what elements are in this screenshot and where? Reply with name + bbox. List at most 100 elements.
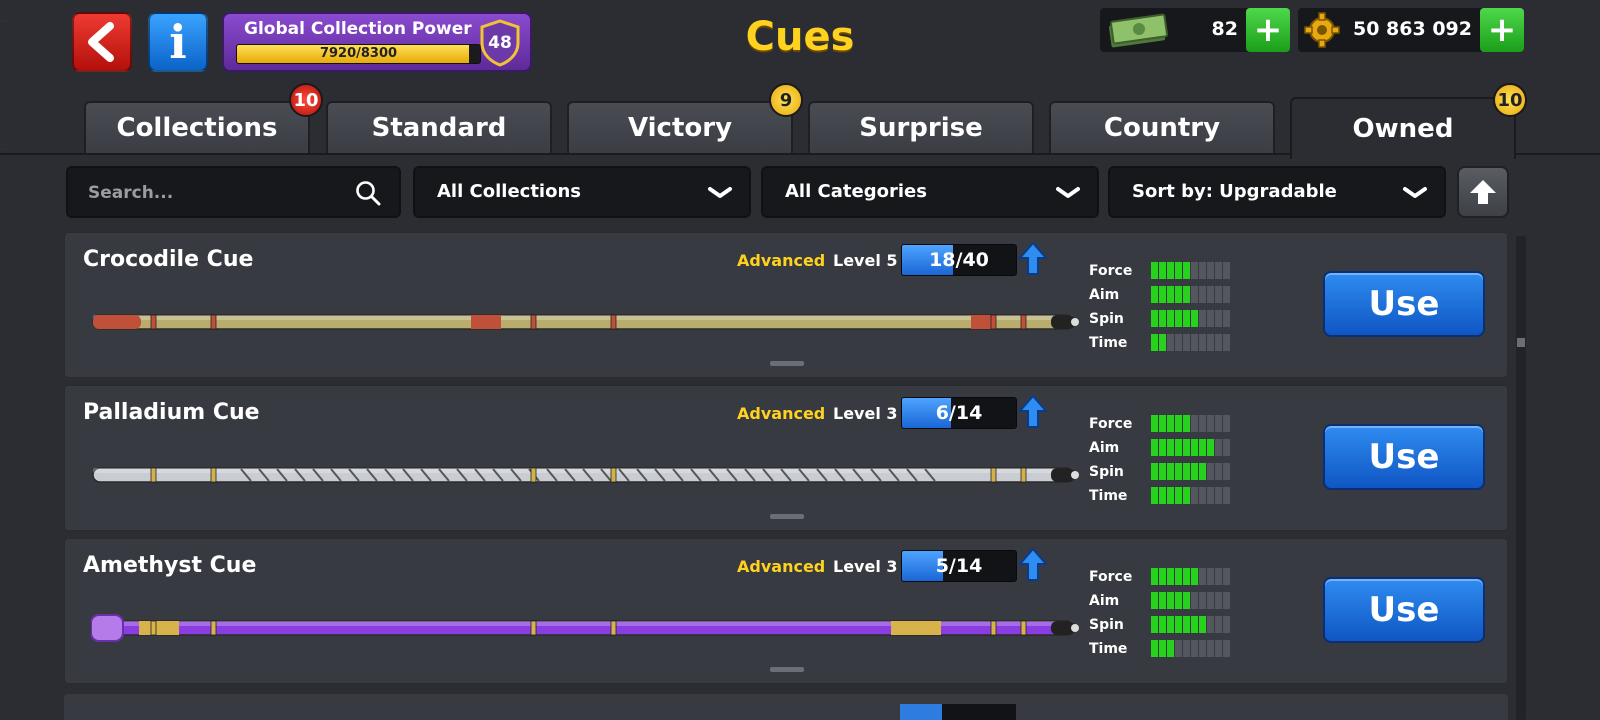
stat-segment	[1223, 334, 1230, 351]
expand-handle[interactable]	[770, 514, 804, 519]
stat-segment	[1175, 334, 1182, 351]
stat-segment	[1151, 415, 1158, 432]
cue-image	[92, 314, 1079, 330]
use-cue-button[interactable]: Use	[1323, 271, 1485, 337]
stat-label-time: Time	[1089, 488, 1128, 504]
stat-segment	[1207, 592, 1214, 609]
cue-level: Level 3	[833, 557, 898, 576]
upgrade-arrow-icon[interactable]	[1018, 241, 1048, 277]
stat-bar-force	[1151, 415, 1230, 432]
stat-segment	[1215, 439, 1222, 456]
collection-filter-value: All Collections	[437, 181, 581, 202]
add-coins-button[interactable]: +	[1480, 8, 1524, 52]
partial-progress-fill	[900, 704, 942, 720]
stat-segment	[1199, 286, 1206, 303]
scroll-thumb[interactable]	[1517, 338, 1525, 347]
stat-label-spin: Spin	[1089, 617, 1124, 633]
search-box[interactable]	[66, 166, 401, 218]
add-cash-button[interactable]: +	[1246, 8, 1290, 52]
stat-segment	[1223, 286, 1230, 303]
stat-segment	[1151, 310, 1158, 327]
stat-segment	[1167, 568, 1174, 585]
stat-segment	[1199, 310, 1206, 327]
cue-card[interactable]: Amethyst Cue Advanced Level 3 5/14 Force Aim S…	[64, 538, 1508, 684]
tab-owned[interactable]: Owned	[1290, 97, 1516, 159]
stat-segment	[1175, 616, 1182, 633]
stat-segment	[1191, 415, 1198, 432]
stat-segment	[1199, 334, 1206, 351]
tab-country[interactable]: Country	[1049, 101, 1275, 153]
cue-level: Level 5	[833, 251, 898, 270]
chevron-down-icon	[1056, 187, 1080, 198]
stat-segment	[1215, 568, 1222, 585]
stat-segment	[1175, 568, 1182, 585]
stat-segment	[1223, 568, 1230, 585]
expand-handle[interactable]	[770, 667, 804, 672]
stat-segment	[1159, 640, 1166, 657]
chevron-down-icon	[1403, 187, 1427, 198]
stat-segment	[1175, 262, 1182, 279]
stat-segment	[1215, 616, 1222, 633]
stat-segment	[1167, 334, 1174, 351]
stat-segment	[1199, 415, 1206, 432]
cue-rarity: Advanced	[737, 557, 826, 576]
owned-badge: 10	[1493, 83, 1527, 117]
stat-segment	[1159, 310, 1166, 327]
stat-segment	[1175, 487, 1182, 504]
stat-segment	[1191, 487, 1198, 504]
sort-dropdown[interactable]: Sort by: Upgradable	[1108, 166, 1446, 218]
cue-card[interactable]: Palladium Cue Advanced Level 3 6/14 Force Aim…	[64, 385, 1508, 531]
stat-segment	[1215, 286, 1222, 303]
stat-segment	[1183, 286, 1190, 303]
stat-label-aim: Aim	[1089, 440, 1120, 456]
stat-segment	[1183, 439, 1190, 456]
tab-standard[interactable]: Standard	[326, 101, 552, 153]
stat-bar-aim	[1151, 286, 1230, 303]
expand-handle[interactable]	[770, 361, 804, 366]
category-filter-dropdown[interactable]: All Categories	[761, 166, 1099, 218]
coin-icon	[1304, 12, 1340, 48]
use-cue-button[interactable]: Use	[1323, 577, 1485, 643]
victory-badge: 9	[769, 83, 803, 117]
tab-collections[interactable]: Collections	[84, 101, 310, 153]
tab-victory[interactable]: Victory	[567, 101, 793, 153]
stat-segment	[1207, 334, 1214, 351]
stat-segment	[1167, 463, 1174, 480]
arrow-up-icon	[1470, 180, 1496, 204]
stat-segment	[1175, 463, 1182, 480]
stat-segment	[1151, 439, 1158, 456]
stat-segment	[1151, 568, 1158, 585]
stat-segment	[1215, 463, 1222, 480]
tab-surprise[interactable]: Surprise	[808, 101, 1034, 153]
stat-segment	[1215, 487, 1222, 504]
stat-label-spin: Spin	[1089, 464, 1124, 480]
stat-bar-spin	[1151, 616, 1230, 633]
stat-segment	[1223, 439, 1230, 456]
stat-segment	[1159, 463, 1166, 480]
stat-segment	[1167, 616, 1174, 633]
stat-segment	[1183, 262, 1190, 279]
upgrade-arrow-icon[interactable]	[1018, 394, 1048, 430]
stat-segment	[1167, 262, 1174, 279]
upgrade-progress-value: 5/14	[935, 555, 983, 577]
stat-bar-force	[1151, 568, 1230, 585]
coin-counter: 50 863 092 +	[1298, 8, 1524, 52]
upgrade-arrow-icon[interactable]	[1018, 547, 1048, 583]
stat-segment	[1167, 310, 1174, 327]
use-cue-button[interactable]: Use	[1323, 424, 1485, 490]
stat-segment	[1191, 334, 1198, 351]
sort-direction-button[interactable]	[1457, 166, 1509, 218]
stat-segment	[1167, 487, 1174, 504]
stat-segment	[1215, 310, 1222, 327]
stat-segment	[1183, 487, 1190, 504]
stat-segment	[1223, 415, 1230, 432]
stat-segment	[1183, 463, 1190, 480]
cue-card[interactable]: Crocodile Cue Advanced Level 5 18/40 Force Ai…	[64, 232, 1508, 378]
stat-segment	[1207, 640, 1214, 657]
search-input[interactable]	[88, 180, 328, 206]
list-scrollbar[interactable]	[1516, 236, 1526, 720]
collection-filter-dropdown[interactable]: All Collections	[413, 166, 751, 218]
stat-label-aim: Aim	[1089, 287, 1120, 303]
stat-segment	[1191, 592, 1198, 609]
stat-bar-aim	[1151, 439, 1230, 456]
